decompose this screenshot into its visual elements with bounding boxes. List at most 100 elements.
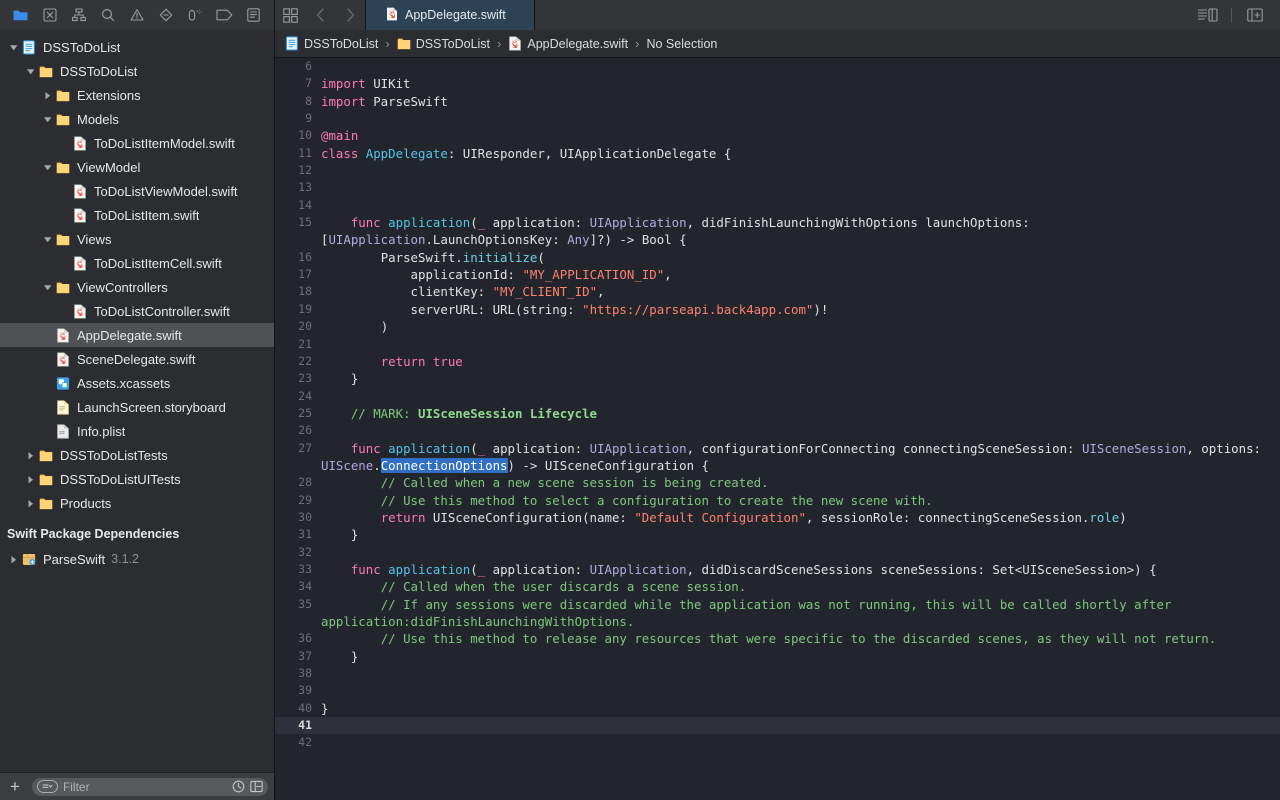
code-line-31[interactable]: 31 }: [275, 526, 1280, 543]
nested-icon[interactable]: [250, 780, 263, 793]
code-line-36[interactable]: 36 // Use this method to release any res…: [275, 630, 1280, 647]
code-line-23[interactable]: 23 }: [275, 370, 1280, 387]
tree-item-scenedelegate-swift[interactable]: SceneDelegate.swift: [0, 347, 274, 371]
disclosure-triangle-open[interactable]: [41, 235, 54, 244]
warning-icon[interactable]: [122, 3, 151, 27]
folder-icon[interactable]: [6, 3, 35, 27]
clock-icon[interactable]: [232, 780, 245, 793]
breadcrumb[interactable]: DSSToDoList › DSSToDoList › AppDelegate.swif…: [275, 30, 1280, 58]
code-line-9[interactable]: 9: [275, 110, 1280, 127]
code-line-34[interactable]: 34 // Called when the user discards a sc…: [275, 578, 1280, 595]
disclosure-triangle-closed[interactable]: [24, 475, 37, 484]
code-line-16[interactable]: 16 ParseSwift.initialize(: [275, 249, 1280, 266]
hierarchy-icon[interactable]: [64, 3, 93, 27]
code-line-37[interactable]: 37 }: [275, 648, 1280, 665]
tree-item-extensions[interactable]: Extensions: [0, 83, 274, 107]
code-line-30[interactable]: 30 return UISceneConfiguration(name: "De…: [275, 509, 1280, 526]
file-tree[interactable]: DSSToDoList DSSToDoList Extensions Models To…: [0, 30, 274, 772]
code-line-25[interactable]: 25 // MARK: UISceneSession Lifecycle: [275, 405, 1280, 422]
code-line-21[interactable]: 21: [275, 336, 1280, 353]
source-control-icon[interactable]: [35, 3, 64, 27]
forward-chevron-icon[interactable]: [335, 0, 365, 30]
disclosure-triangle-open[interactable]: [41, 283, 54, 292]
tree-item-todolistitemmodel-swift[interactable]: ToDoListItemModel.swift: [0, 131, 274, 155]
disclosure-triangle-open[interactable]: [7, 43, 20, 52]
code-line-26[interactable]: 26: [275, 422, 1280, 439]
disclosure-triangle-closed[interactable]: [7, 555, 20, 564]
code-line-40[interactable]: 40}: [275, 700, 1280, 717]
code-line-17[interactable]: 17 applicationId: "MY_APPLICATION_ID",: [275, 266, 1280, 283]
back-chevron-icon[interactable]: [305, 0, 335, 30]
code-lines[interactable]: 6 7 import UIKit 8 import ParseSwift 9 10 @ma…: [275, 58, 1280, 752]
code-line-7[interactable]: 7 import UIKit: [275, 75, 1280, 92]
breadcrumb-item-2[interactable]: AppDelegate.swift: [506, 36, 630, 51]
code-line-22[interactable]: 22 return true: [275, 353, 1280, 370]
code-line-10[interactable]: 10 @main: [275, 127, 1280, 144]
tree-item-assets-xcassets[interactable]: Assets.xcassets: [0, 371, 274, 395]
search-icon[interactable]: [93, 3, 122, 27]
breadcrumb-item-0[interactable]: DSSToDoList: [283, 36, 380, 51]
tree-item-products[interactable]: Products: [0, 491, 274, 515]
tree-item-dsstodolist[interactable]: DSSToDoList: [0, 35, 274, 59]
swift-file-icon: [54, 351, 72, 367]
filter-options-icon[interactable]: [36, 780, 58, 793]
code-line-29[interactable]: 29 // Use this method to select a config…: [275, 492, 1280, 509]
tab-appdelegate-swift[interactable]: AppDelegate.swift: [365, 0, 535, 30]
code-line-19[interactable]: 19 serverURL: URL(string: "https://parse…: [275, 301, 1280, 318]
tree-item-views[interactable]: Views: [0, 227, 274, 251]
tree-item-models[interactable]: Models: [0, 107, 274, 131]
tab-overview-icon[interactable]: [275, 0, 305, 30]
line-number: 41: [298, 718, 312, 733]
code-line-33[interactable]: 33 func application(_ application: UIApp…: [275, 561, 1280, 578]
add-editor-icon[interactable]: [1240, 8, 1270, 22]
tree-item-dsstodolistuitests[interactable]: DSSToDoListUITests: [0, 467, 274, 491]
code-line-11[interactable]: 11 class AppDelegate: UIResponder, UIAppl…: [275, 145, 1280, 162]
tree-item-parseswift[interactable]: ParseSwift 3.1.2: [0, 547, 274, 571]
tree-item-dsstodolist[interactable]: DSSToDoList: [0, 59, 274, 83]
tree-item-todolistitemcell-swift[interactable]: ToDoListItemCell.swift: [0, 251, 274, 275]
code-area[interactable]: 6 7 import UIKit 8 import ParseSwift 9 10 @ma…: [275, 58, 1280, 800]
filter-input[interactable]: Filter: [31, 777, 268, 796]
code-line-18[interactable]: 18 clientKey: "MY_CLIENT_ID",: [275, 283, 1280, 300]
breadcrumb-label: AppDelegate.swift: [527, 36, 629, 51]
disclosure-triangle-open[interactable]: [41, 163, 54, 172]
disclosure-triangle-open[interactable]: [41, 115, 54, 124]
report-icon[interactable]: [239, 3, 268, 27]
tree-item-viewcontrollers[interactable]: ViewControllers: [0, 275, 274, 299]
code-line-35[interactable]: 35 // If any sessions were discarded whi…: [275, 596, 1280, 631]
breadcrumb-item-1[interactable]: DSSToDoList: [395, 36, 492, 51]
code-line-20[interactable]: 20 ): [275, 318, 1280, 335]
tree-item-appdelegate-swift[interactable]: AppDelegate.swift: [0, 323, 274, 347]
code-line-15[interactable]: 15 func application(_ application: UIApp…: [275, 214, 1280, 249]
code-line-42[interactable]: 42: [275, 734, 1280, 751]
disclosure-triangle-closed[interactable]: [24, 499, 37, 508]
code-line-12[interactable]: 12: [275, 162, 1280, 179]
tree-item-todolistviewmodel-swift[interactable]: ToDoListViewModel.swift: [0, 179, 274, 203]
disclosure-triangle-closed[interactable]: [41, 91, 54, 100]
code-line-28[interactable]: 28 // Called when a new scene session is…: [275, 474, 1280, 491]
code-line-8[interactable]: 8 import ParseSwift: [275, 93, 1280, 110]
tree-item-todolistcontroller-swift[interactable]: ToDoListController.swift: [0, 299, 274, 323]
diamond-icon[interactable]: [152, 3, 181, 27]
code-line-38[interactable]: 38: [275, 665, 1280, 682]
code-line-41[interactable]: 41: [275, 717, 1280, 735]
inspector-toggle-icon[interactable]: [1193, 8, 1223, 22]
tree-item-dsstodolisttests[interactable]: DSSToDoListTests: [0, 443, 274, 467]
code-line-6[interactable]: 6: [275, 58, 1280, 75]
code-line-24[interactable]: 24: [275, 388, 1280, 405]
tree-item-todolistitem-swift[interactable]: ToDoListItem.swift: [0, 203, 274, 227]
tree-item-info-plist[interactable]: Info.plist: [0, 419, 274, 443]
tag-icon[interactable]: [210, 3, 239, 27]
breadcrumb-item-3[interactable]: No Selection: [644, 37, 719, 51]
tree-item-viewmodel[interactable]: ViewModel: [0, 155, 274, 179]
code-line-32[interactable]: 32: [275, 544, 1280, 561]
disclosure-triangle-closed[interactable]: [24, 451, 37, 460]
code-line-27[interactable]: 27 func application(_ application: UIApp…: [275, 440, 1280, 475]
tree-item-launchscreen-storyboard[interactable]: LaunchScreen.storyboard: [0, 395, 274, 419]
disclosure-triangle-open[interactable]: [24, 67, 37, 76]
debug-icon[interactable]: [181, 3, 210, 27]
code-line-13[interactable]: 13: [275, 179, 1280, 196]
add-file-button[interactable]: +: [6, 778, 24, 795]
code-line-39[interactable]: 39: [275, 682, 1280, 699]
code-line-14[interactable]: 14: [275, 197, 1280, 214]
